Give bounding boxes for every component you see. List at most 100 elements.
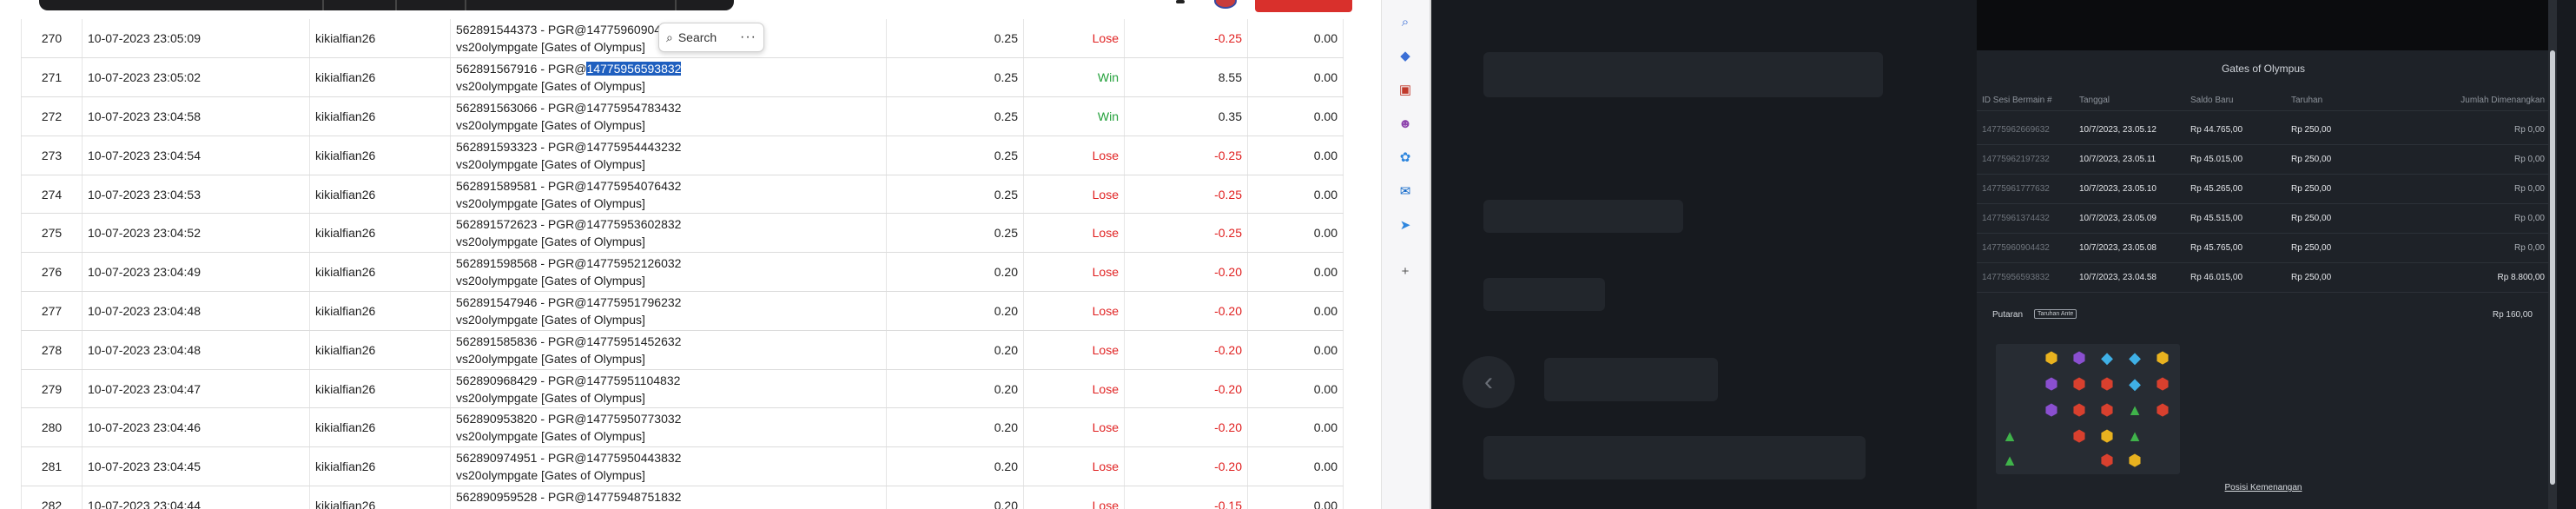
row-payout: -0.20 xyxy=(1124,369,1248,409)
copilot-icon[interactable]: ✿ xyxy=(1396,148,1415,167)
session-id: 14775961777632 xyxy=(1982,184,2050,194)
round-summary: Putaran Taruhan Ante Rp 160,00 xyxy=(1977,306,2550,325)
search-icon: ⌕ xyxy=(666,30,673,44)
row-description[interactable]: 562891598568 - PGR@14775952126032 vs20oly… xyxy=(450,252,887,293)
game-history-row[interactable]: 14775962197232 10/7/2023, 23.05.11 Rp 45.0… xyxy=(1977,145,2550,175)
gem-symbol-icon: ▲ xyxy=(2002,451,2018,469)
row-date: 10-07-2023 23:04:53 xyxy=(82,175,310,215)
row-description-prefix: 562891572623 - PGR@14775953602832 xyxy=(456,217,682,232)
row-date: 10-07-2023 23:04:44 xyxy=(82,486,310,509)
reel-grid: ⬢ ⬢ ◆ ◆ ⬢ ⬢ ⬢ ⬢ ◆ ⬢ ⬢ ⬢ ⬢ ▲ ⬢ ▲ ⬢ ⬢ ▲ ▲ ⬢ ⬢ xyxy=(1996,344,2180,474)
back-arrow-icon[interactable]: ‹ xyxy=(1463,356,1515,408)
session-id: 14775960904432 xyxy=(1982,243,2050,253)
row-date: 10-07-2023 23:04:45 xyxy=(82,446,310,487)
table-row[interactable]: 274 10-07-2023 23:04:53 kikialfian26 562891… xyxy=(21,175,1344,215)
row-date: 10-07-2023 23:04:46 xyxy=(82,407,310,448)
gem-symbol-icon: ⬢ xyxy=(2072,374,2086,393)
row-description[interactable]: 562891563066 - PGR@14775954783432 vs20oly… xyxy=(450,96,887,136)
row-description-prefix: 562890959528 - PGR@14775948751832 xyxy=(456,489,682,504)
scrollbar-thumb[interactable] xyxy=(2550,50,2555,485)
table-row[interactable]: 272 10-07-2023 23:04:58 kikialfian26 562891… xyxy=(21,96,1344,136)
row-payout: -0.20 xyxy=(1124,446,1248,487)
row-result: Lose xyxy=(1023,486,1125,509)
row-description[interactable]: 562891547946 - PGR@14775951796232 vs20oly… xyxy=(450,291,887,331)
game-history-row[interactable]: 14775962669632 10/7/2023, 23.05.12 Rp 44.7… xyxy=(1977,116,2550,145)
toolbox-icon[interactable]: ▣ xyxy=(1396,80,1415,99)
row-username: kikialfian26 xyxy=(309,252,451,293)
game-history-row[interactable]: 14775960904432 10/7/2023, 23.05.08 Rp 45.7… xyxy=(1977,234,2550,263)
row-username: kikialfian26 xyxy=(309,213,451,254)
row-description[interactable]: 562890968429 - PGR@14775951104832 vs20oly… xyxy=(450,369,887,409)
row-bonus: 0.00 xyxy=(1247,96,1344,136)
row-payout: -0.25 xyxy=(1124,175,1248,215)
search-icon[interactable]: ⌕ xyxy=(1396,12,1415,31)
red-action-button[interactable] xyxy=(1255,0,1352,12)
game-history-row[interactable]: 14775956593832 10/7/2023, 23.04.58 Rp 46.0… xyxy=(1977,263,2550,293)
accent-mark xyxy=(1176,0,1185,3)
top-toolbar[interactable] xyxy=(39,0,734,10)
game-history-row[interactable]: 14775961374432 10/7/2023, 23.05.09 Rp 45.5… xyxy=(1977,204,2550,234)
user-gear-icon[interactable]: ☻ xyxy=(1396,114,1415,133)
game-title: Gates of Olympus xyxy=(2221,63,2306,75)
row-payout: -0.20 xyxy=(1124,291,1248,331)
row-description-prefix: 562891593323 - PGR@14775954443232 xyxy=(456,139,682,154)
game-history-row[interactable]: 14775961777632 10/7/2023, 23.05.10 Rp 45.2… xyxy=(1977,175,2550,204)
gem-symbol-icon: ⬢ xyxy=(2100,400,2114,419)
row-username: kikialfian26 xyxy=(309,136,451,175)
outlook-icon[interactable]: ✉ xyxy=(1396,182,1415,201)
header-won: Jumlah Dimenangkan xyxy=(2460,96,2545,105)
win-position-link[interactable]: Posisi Kemenangan xyxy=(1977,483,2550,492)
row-description[interactable]: 562891589581 - PGR@14775954076432 vs20oly… xyxy=(450,175,887,215)
row-result: Lose xyxy=(1023,213,1125,254)
row-game-name: vs20olympgate [Gates of Olympus] xyxy=(456,274,645,288)
add-icon[interactable]: + xyxy=(1396,261,1415,281)
row-number: 282 xyxy=(21,486,83,509)
table-row[interactable]: 275 10-07-2023 23:04:52 kikialfian26 562891… xyxy=(21,213,1344,254)
table-row[interactable]: 279 10-07-2023 23:04:47 kikialfian26 562890… xyxy=(21,369,1344,409)
placeholder-block xyxy=(1544,358,1718,401)
table-row[interactable]: 276 10-07-2023 23:04:49 kikialfian26 562891… xyxy=(21,252,1344,293)
selected-text[interactable]: 14775956593832 xyxy=(586,62,682,76)
row-result: Lose xyxy=(1023,136,1125,175)
row-description[interactable]: 562891567916 - PGR@14775956593832 vs20oly… xyxy=(450,57,887,98)
bet-amount: Rp 250,00 xyxy=(2291,214,2332,223)
row-number: 273 xyxy=(21,136,83,175)
row-date: 10-07-2023 23:04:47 xyxy=(82,369,310,409)
row-description[interactable]: 562890959528 - PGR@14775948751832 vs20oly… xyxy=(450,486,887,509)
row-bet: 0.20 xyxy=(886,291,1024,331)
session-id: 14775962669632 xyxy=(1982,125,2050,135)
row-bonus: 0.00 xyxy=(1247,175,1344,215)
row-bonus: 0.00 xyxy=(1247,446,1344,487)
row-bonus: 0.00 xyxy=(1247,57,1344,98)
table-row[interactable]: 282 10-07-2023 23:04:44 kikialfian26 562890… xyxy=(21,486,1344,509)
table-row[interactable]: 278 10-07-2023 23:04:48 kikialfian26 562891… xyxy=(21,330,1344,370)
row-result: Lose xyxy=(1023,175,1125,215)
row-username: kikialfian26 xyxy=(309,407,451,448)
row-description[interactable]: 562891572623 - PGR@14775953602832 vs20oly… xyxy=(450,213,887,254)
new-balance: Rp 46.015,00 xyxy=(2190,273,2243,282)
amount-won: Rp 0,00 xyxy=(2513,125,2545,135)
tag-icon[interactable]: ◆ xyxy=(1396,46,1415,65)
row-bet: 0.20 xyxy=(886,330,1024,370)
row-description[interactable]: 562890953820 - PGR@14775950773032 vs20oly… xyxy=(450,407,887,448)
row-description[interactable]: 562890974951 - PGR@14775950443832 vs20oly… xyxy=(450,446,887,487)
table-row[interactable]: 273 10-07-2023 23:04:54 kikialfian26 562891… xyxy=(21,136,1344,175)
send-icon[interactable]: ➤ xyxy=(1396,215,1415,235)
search-popover-label[interactable]: Search xyxy=(678,30,717,44)
row-description[interactable]: 562891585836 - PGR@14775951452632 vs20oly… xyxy=(450,330,887,370)
search-popover[interactable]: ⌕ Search ··· xyxy=(658,23,764,52)
table-row[interactable]: 277 10-07-2023 23:04:48 kikialfian26 562891… xyxy=(21,291,1344,331)
more-options-icon[interactable]: ··· xyxy=(740,30,756,45)
amount-won: Rp 8.800,00 xyxy=(2497,273,2546,282)
row-result: Lose xyxy=(1023,446,1125,487)
row-bonus: 0.00 xyxy=(1247,486,1344,509)
table-row[interactable]: 281 10-07-2023 23:04:45 kikialfian26 562890… xyxy=(21,446,1344,487)
flag-icon[interactable] xyxy=(1214,0,1237,9)
gem-symbol-icon: ⬢ xyxy=(2044,400,2058,419)
gem-symbol-icon: ⬢ xyxy=(2100,451,2114,469)
row-number: 277 xyxy=(21,291,83,331)
table-row[interactable]: 271 10-07-2023 23:05:02 kikialfian26 562891… xyxy=(21,57,1344,98)
row-result: Lose xyxy=(1023,330,1125,370)
table-row[interactable]: 280 10-07-2023 23:04:46 kikialfian26 562890… xyxy=(21,407,1344,448)
row-description[interactable]: 562891593323 - PGR@14775954443232 vs20oly… xyxy=(450,136,887,175)
